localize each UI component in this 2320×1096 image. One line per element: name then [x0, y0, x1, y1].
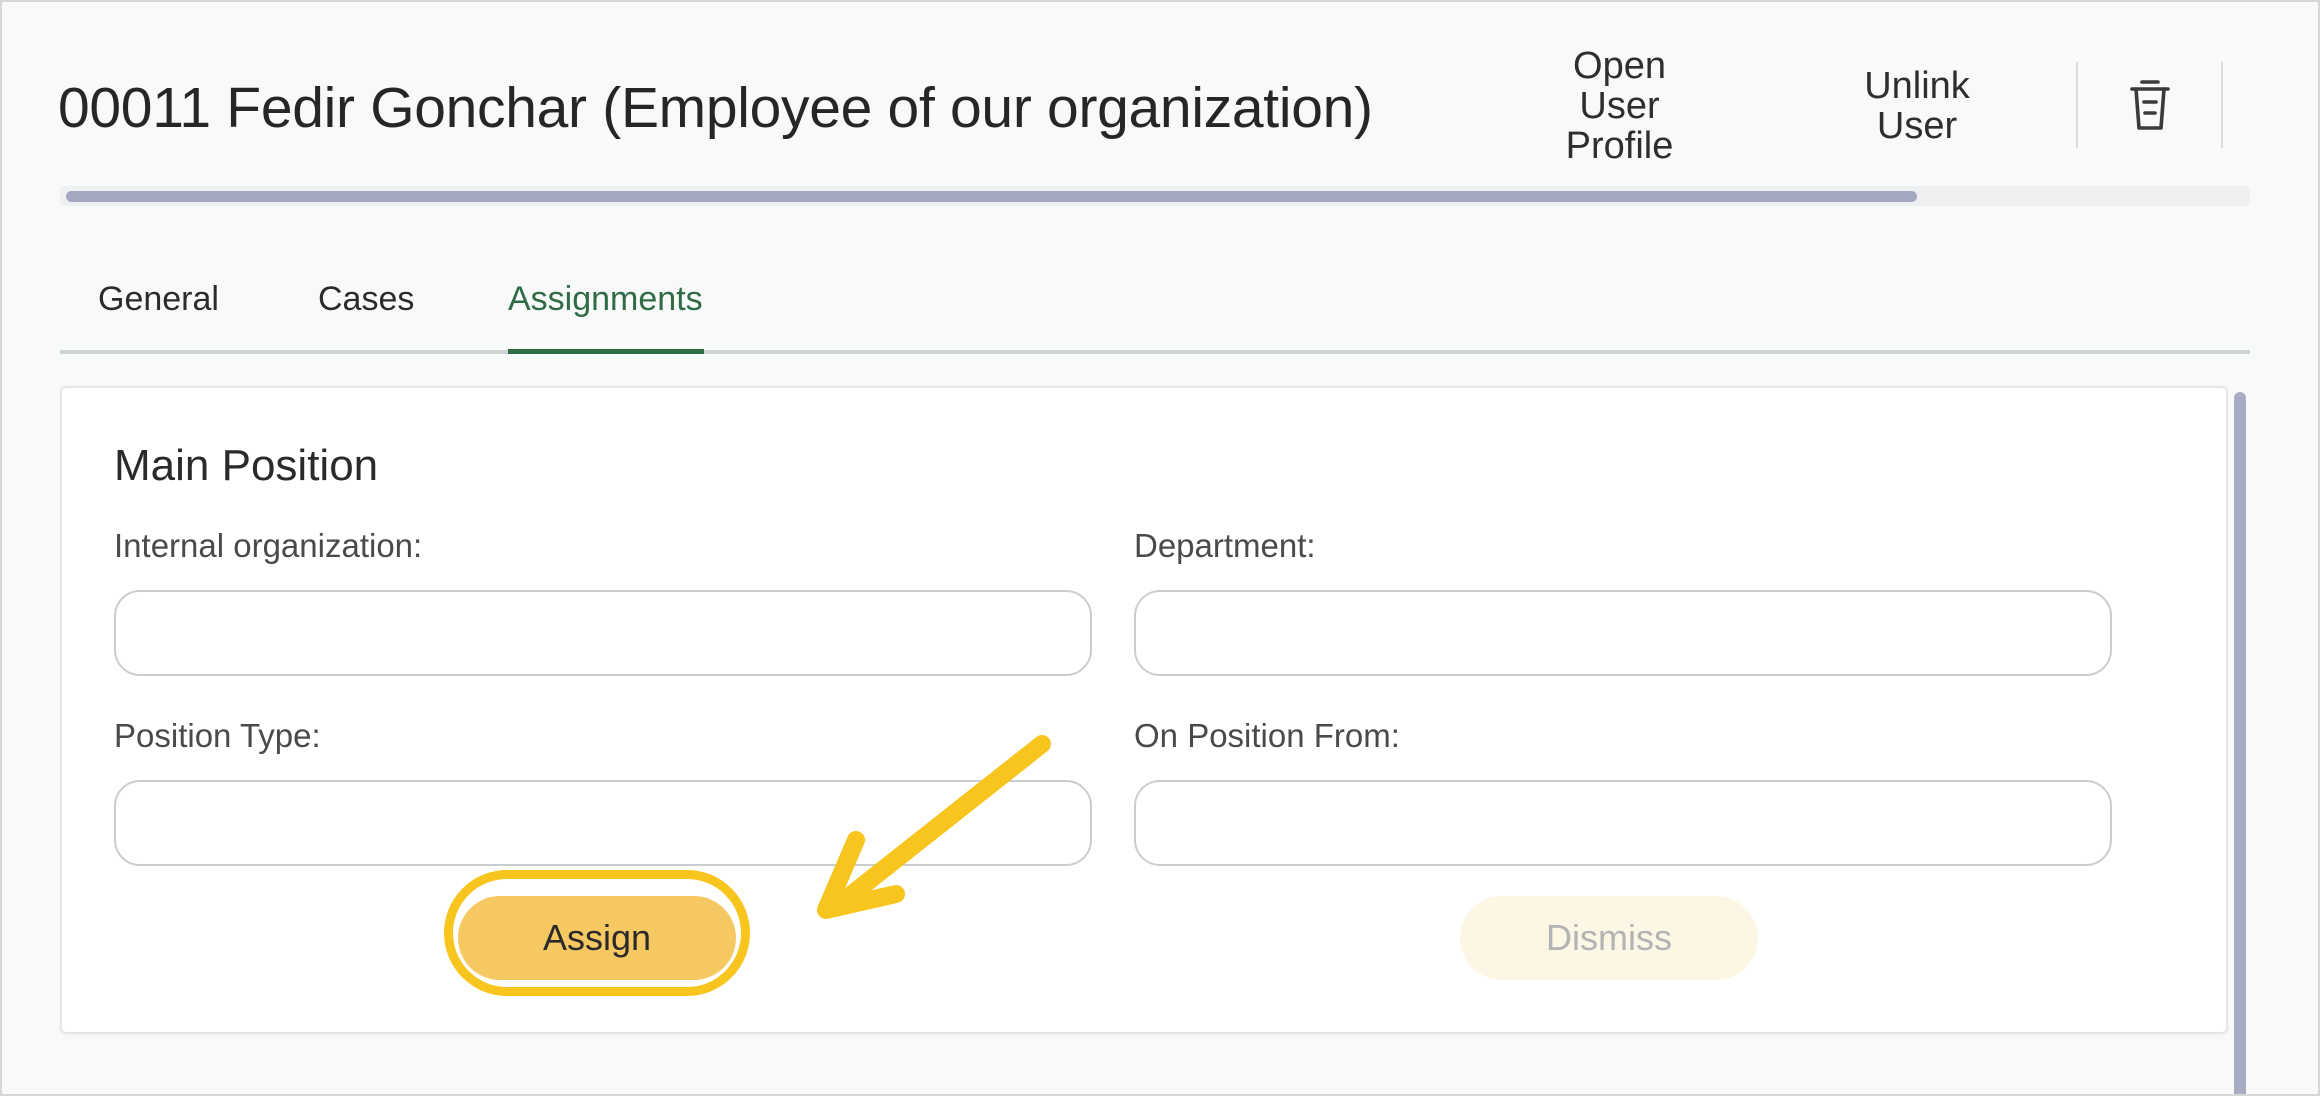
open-user-profile-button[interactable]: Open User Profile	[1542, 46, 1697, 166]
delete-button[interactable]	[2120, 72, 2180, 138]
on-position-from-input[interactable]	[1134, 780, 2112, 866]
department-label: Department:	[1134, 527, 1316, 564]
unlink-user-button[interactable]: Unlink User	[1832, 66, 2002, 146]
scrollbar[interactable]	[2234, 392, 2246, 1094]
tab-bar: General Cases Assignments	[60, 264, 2250, 354]
department-input[interactable]	[1134, 590, 2112, 676]
position-type-label: Position Type:	[114, 717, 321, 754]
pointer-arrow-icon	[817, 735, 1051, 919]
header-divider	[2221, 62, 2223, 148]
main-position-card: Main Position Internal organization: Dep…	[60, 386, 2228, 1034]
tab-assignments[interactable]: Assignments	[508, 274, 703, 324]
tab-cases[interactable]: Cases	[318, 274, 414, 324]
tab-general[interactable]: General	[98, 274, 219, 324]
progress-bar	[60, 186, 2250, 206]
on-position-from-label: On Position From:	[1134, 717, 1400, 754]
header-divider	[2076, 62, 2078, 148]
active-tab-indicator	[508, 349, 704, 354]
page-title: 00011 Fedir Gonchar (Employee of our org…	[58, 76, 1373, 140]
internal-organization-label: Internal organization:	[114, 527, 423, 564]
app-window: 00011 Fedir Gonchar (Employee of our org…	[0, 0, 2320, 1096]
assign-button[interactable]: Assign	[458, 896, 736, 980]
progress-fill	[66, 191, 1917, 202]
internal-organization-input[interactable]	[114, 590, 1092, 676]
dismiss-button: Dismiss	[1460, 896, 1758, 980]
section-title: Main Position	[114, 441, 379, 490]
open-user-profile-label: Open User Profile	[1565, 45, 1674, 167]
trash-icon	[2130, 80, 2170, 130]
unlink-user-label: Unlink User	[1864, 65, 1970, 147]
